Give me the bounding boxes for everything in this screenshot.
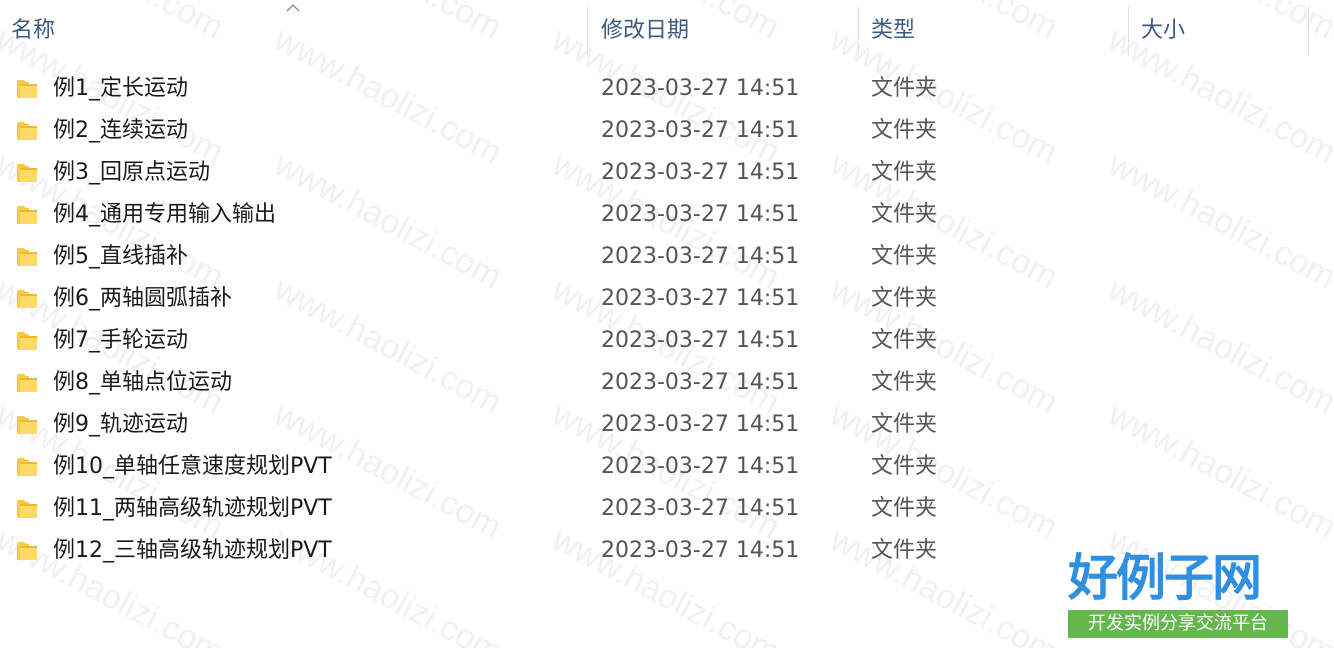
file-row[interactable]: 例6_两轴圆弧插补 2023-03-27 14:51 文件夹: [0, 278, 1334, 320]
file-type: 文件夹: [871, 244, 938, 269]
file-name[interactable]: 例3_回原点运动: [53, 152, 210, 194]
file-date-modified: 2023-03-27 14:51: [601, 160, 800, 185]
file-row[interactable]: 例9_轨迹运动 2023-03-27 14:51 文件夹: [0, 404, 1334, 446]
file-row[interactable]: 例3_回原点运动 2023-03-27 14:51 文件夹: [0, 152, 1334, 194]
file-type: 文件夹: [871, 76, 938, 101]
file-row[interactable]: 例8_单轴点位运动 2023-03-27 14:51 文件夹: [0, 362, 1334, 404]
file-date-modified: 2023-03-27 14:51: [601, 538, 800, 563]
file-type: 文件夹: [871, 160, 938, 185]
file-type: 文件夹: [871, 118, 938, 143]
file-date-modified: 2023-03-27 14:51: [601, 454, 800, 479]
file-date-modified: 2023-03-27 14:51: [601, 202, 800, 227]
file-date-modified: 2023-03-27 14:51: [601, 370, 800, 395]
file-date-modified: 2023-03-27 14:51: [601, 244, 800, 269]
file-type: 文件夹: [871, 496, 938, 521]
logo-tagline: 开发实例分享交流平台: [1068, 610, 1288, 638]
file-type: 文件夹: [871, 538, 938, 563]
logo-title: 好例子网: [1068, 548, 1262, 607]
file-date-modified: 2023-03-27 14:51: [601, 328, 800, 353]
folder-icon: [17, 416, 37, 434]
file-type: 文件夹: [871, 286, 938, 311]
file-row[interactable]: 例7_手轮运动 2023-03-27 14:51 文件夹: [0, 320, 1334, 362]
column-header: 名称 修改日期 类型 大小: [0, 0, 1334, 58]
file-date-modified: 2023-03-27 14:51: [601, 118, 800, 143]
folder-icon: [17, 80, 37, 98]
file-name[interactable]: 例1_定长运动: [53, 68, 188, 110]
column-header-size[interactable]: 大小: [1141, 0, 1306, 58]
file-row[interactable]: 例11_两轴高级轨迹规划PVT 2023-03-27 14:51 文件夹: [0, 488, 1334, 530]
column-header-date-modified[interactable]: 修改日期: [601, 0, 856, 58]
folder-icon: [17, 248, 37, 266]
file-name[interactable]: 例5_直线插补: [53, 236, 188, 278]
file-name[interactable]: 例10_单轴任意速度规划PVT: [53, 446, 332, 488]
file-type: 文件夹: [871, 454, 938, 479]
column-divider[interactable]: [858, 6, 859, 56]
file-date-modified: 2023-03-27 14:51: [601, 76, 800, 101]
file-row[interactable]: 例4_通用专用输入输出 2023-03-27 14:51 文件夹: [0, 194, 1334, 236]
column-header-name[interactable]: 名称: [11, 0, 586, 58]
file-type: 文件夹: [871, 328, 938, 353]
column-divider[interactable]: [1308, 6, 1309, 56]
file-date-modified: 2023-03-27 14:51: [601, 412, 800, 437]
file-row[interactable]: 例1_定长运动 2023-03-27 14:51 文件夹: [0, 68, 1334, 110]
site-logo: 好例子网 开发实例分享交流平台: [1068, 548, 1288, 640]
folder-icon: [17, 164, 37, 182]
file-name[interactable]: 例9_轨迹运动: [53, 404, 188, 446]
column-header-type[interactable]: 类型: [871, 0, 1126, 58]
column-divider[interactable]: [1128, 6, 1129, 56]
file-name[interactable]: 例8_单轴点位运动: [53, 362, 232, 404]
folder-icon: [17, 332, 37, 350]
folder-icon: [17, 542, 37, 560]
folder-icon: [17, 500, 37, 518]
folder-icon: [17, 458, 37, 476]
file-name[interactable]: 例6_两轴圆弧插补: [53, 278, 232, 320]
file-row[interactable]: 例5_直线插补 2023-03-27 14:51 文件夹: [0, 236, 1334, 278]
file-list: 例1_定长运动 2023-03-27 14:51 文件夹 例2_连续运动 2023-03…: [0, 68, 1334, 572]
folder-icon: [17, 290, 37, 308]
file-name[interactable]: 例7_手轮运动: [53, 320, 188, 362]
folder-icon: [17, 206, 37, 224]
file-row[interactable]: 例2_连续运动 2023-03-27 14:51 文件夹: [0, 110, 1334, 152]
file-type: 文件夹: [871, 412, 938, 437]
file-name[interactable]: 例2_连续运动: [53, 110, 188, 152]
file-type: 文件夹: [871, 370, 938, 395]
file-type: 文件夹: [871, 202, 938, 227]
file-row[interactable]: 例10_单轴任意速度规划PVT 2023-03-27 14:51 文件夹: [0, 446, 1334, 488]
file-name[interactable]: 例12_三轴高级轨迹规划PVT: [53, 530, 332, 572]
file-name[interactable]: 例4_通用专用输入输出: [53, 194, 276, 236]
folder-icon: [17, 374, 37, 392]
folder-icon: [17, 122, 37, 140]
column-divider[interactable]: [587, 6, 588, 56]
file-date-modified: 2023-03-27 14:51: [601, 286, 800, 311]
file-name[interactable]: 例11_两轴高级轨迹规划PVT: [53, 488, 332, 530]
file-date-modified: 2023-03-27 14:51: [601, 496, 800, 521]
